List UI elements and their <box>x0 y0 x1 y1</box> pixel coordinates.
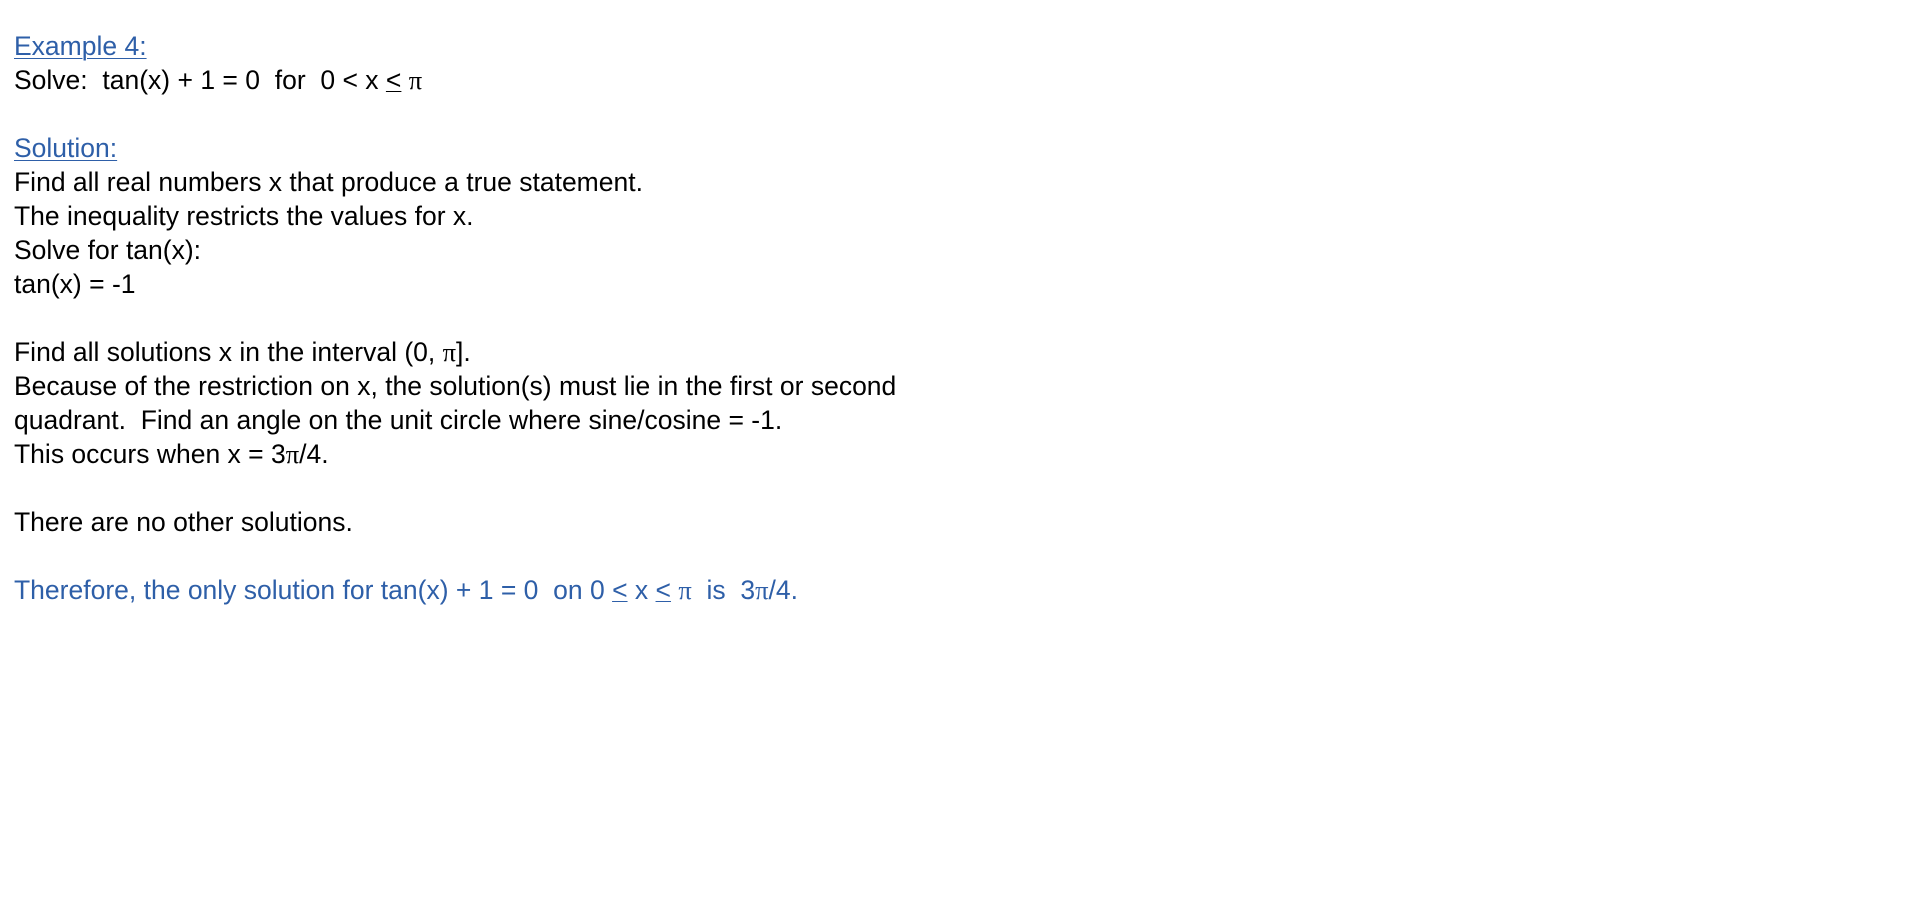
problem-text: Solve: tan(x) + 1 = 0 for 0 < x <box>14 65 386 95</box>
pi-symbol: π <box>678 575 692 605</box>
leq-symbol: < <box>612 575 628 605</box>
pi-symbol: π <box>442 337 457 367</box>
interval-line: Find all solutions x in the interval (0,… <box>14 337 471 367</box>
solution-line: The inequality restricts the values for … <box>14 201 474 231</box>
leq-symbol: < <box>385 65 402 95</box>
occurs-line: This occurs when x = 3π/4. <box>14 439 329 469</box>
solution-line: Find all real numbers x that produce a t… <box>14 167 643 197</box>
document-body: Example 4: Solve: tan(x) + 1 = 0 for 0 <… <box>14 29 1894 607</box>
pi-symbol: π <box>408 65 423 95</box>
solution-heading: Solution: <box>14 133 118 163</box>
pi-symbol: π <box>755 575 769 605</box>
reasoning-line: Because of the restriction on x, the sol… <box>14 371 897 401</box>
leq-symbol: < <box>655 575 672 605</box>
example-heading: Example 4: <box>14 31 147 61</box>
reasoning-line: quadrant. Find an angle on the unit circ… <box>14 405 783 435</box>
solution-line: tan(x) = -1 <box>14 269 136 299</box>
solution-line: Solve for tan(x): <box>14 235 202 265</box>
pi-symbol: π <box>285 439 300 469</box>
no-other-solutions: There are no other solutions. <box>14 507 353 537</box>
problem-statement: Solve: tan(x) + 1 = 0 for 0 < x < π <box>14 63 1894 97</box>
conclusion-line: Therefore, the only solution for tan(x) … <box>14 575 798 605</box>
